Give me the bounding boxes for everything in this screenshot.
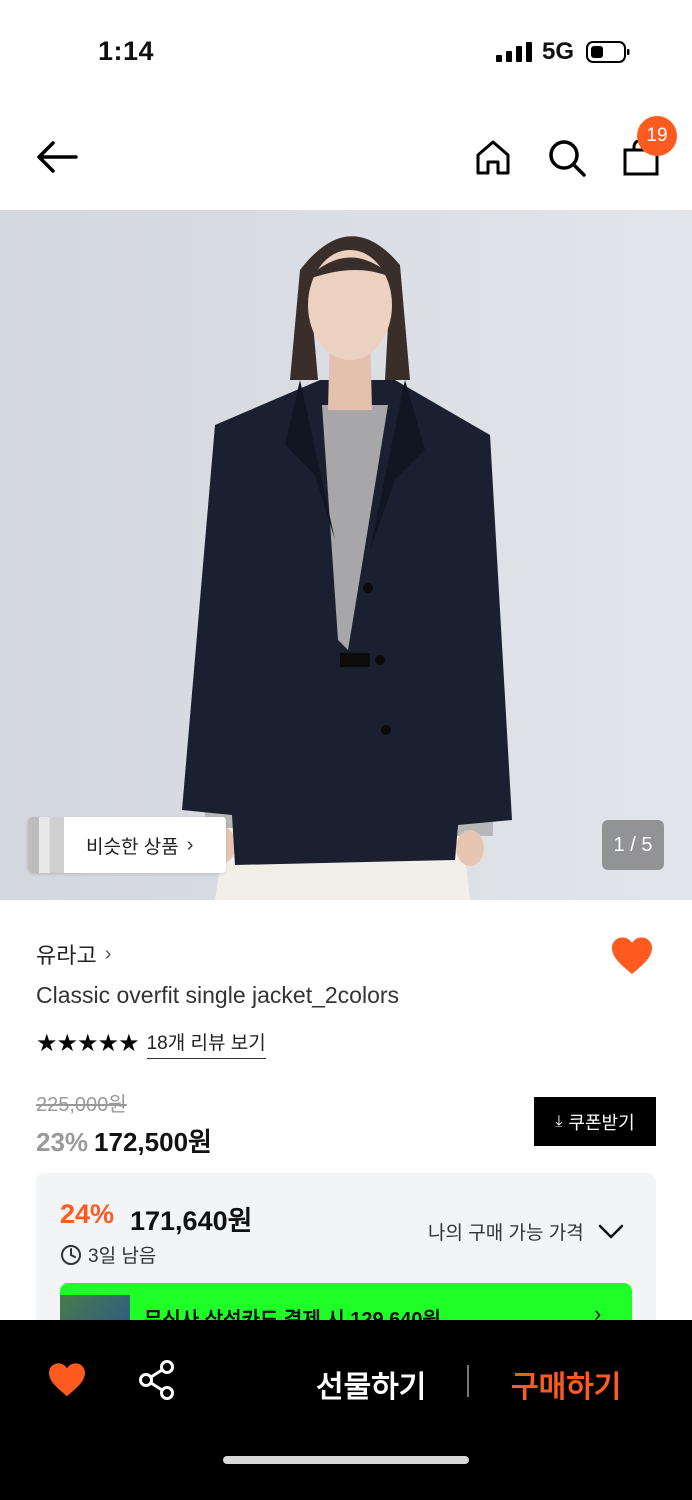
status-bar: 1:14 5G xyxy=(0,0,692,100)
discount-rate: 23% xyxy=(36,1127,89,1157)
similar-products-button[interactable]: 비슷한 상품 › xyxy=(28,817,226,873)
price-row: 23% 172,500원 xyxy=(36,1122,212,1159)
home-icon[interactable] xyxy=(474,138,512,176)
buy-button[interactable]: 구매하기 xyxy=(511,1362,621,1406)
rating-stars: ★★★★★ xyxy=(36,1030,140,1057)
product-photo xyxy=(0,210,692,900)
network-label: 5G xyxy=(542,38,575,65)
brand-name: 유라고 xyxy=(36,943,97,968)
time-left: 3일 남음 xyxy=(60,1241,156,1268)
status-time: 1:14 xyxy=(98,36,155,66)
rating-row: ★★★★★ 18개 리뷰 보기 xyxy=(36,1028,266,1059)
review-link[interactable]: 18개 리뷰 보기 xyxy=(146,1028,266,1059)
home-indicator[interactable] xyxy=(223,1456,469,1464)
clock-icon xyxy=(61,1244,81,1265)
image-page-indicator: 1 / 5 xyxy=(602,820,664,870)
like-heart-icon[interactable] xyxy=(47,1362,87,1398)
my-price-label: 나의 구매 가능 가격 xyxy=(428,1223,584,1244)
original-price: 225,000원 xyxy=(36,1094,127,1116)
bottom-action-bar: 선물하기 구매하기 xyxy=(0,1320,692,1500)
share-icon[interactable] xyxy=(138,1360,176,1400)
chevron-right-icon: › xyxy=(186,833,194,856)
chevron-down-icon xyxy=(598,1224,623,1238)
similar-products-label: 비슷한 상품 xyxy=(86,836,179,858)
coupon-label: 쿠폰받기 xyxy=(568,1112,635,1133)
signal-icon xyxy=(496,42,532,62)
wishlist-heart-icon[interactable] xyxy=(610,936,654,976)
best-price: 171,640원 xyxy=(130,1206,253,1236)
cart-count-badge: 19 xyxy=(637,116,677,156)
search-icon[interactable] xyxy=(547,138,587,178)
chevron-right-icon: › xyxy=(104,942,112,965)
similar-products-thumbnail xyxy=(28,817,64,873)
best-price-box[interactable]: 24% 171,640원 3일 남음 나의 구매 가능 가격 무신사 삼성카드 … xyxy=(36,1173,656,1333)
time-left-label: 3일 남음 xyxy=(88,1246,157,1267)
coupon-download-button[interactable]: ⤓ 쿠폰받기 xyxy=(534,1097,656,1146)
product-name: Classic overfit single jacket_2colors xyxy=(36,982,400,1008)
product-image-gallery[interactable] xyxy=(0,210,692,900)
sale-price: 172,500원 xyxy=(94,1127,212,1157)
best-discount-rate: 24% xyxy=(60,1199,115,1229)
divider xyxy=(467,1365,469,1397)
top-nav xyxy=(0,100,692,210)
download-icon: ⤓ xyxy=(555,1112,563,1130)
back-arrow-icon[interactable] xyxy=(36,140,78,174)
my-price-toggle[interactable]: 나의 구매 가능 가격 xyxy=(428,1218,624,1245)
battery-icon xyxy=(586,41,630,63)
gift-button[interactable]: 선물하기 xyxy=(316,1362,426,1406)
brand-link[interactable]: 유라고 › xyxy=(36,938,111,970)
